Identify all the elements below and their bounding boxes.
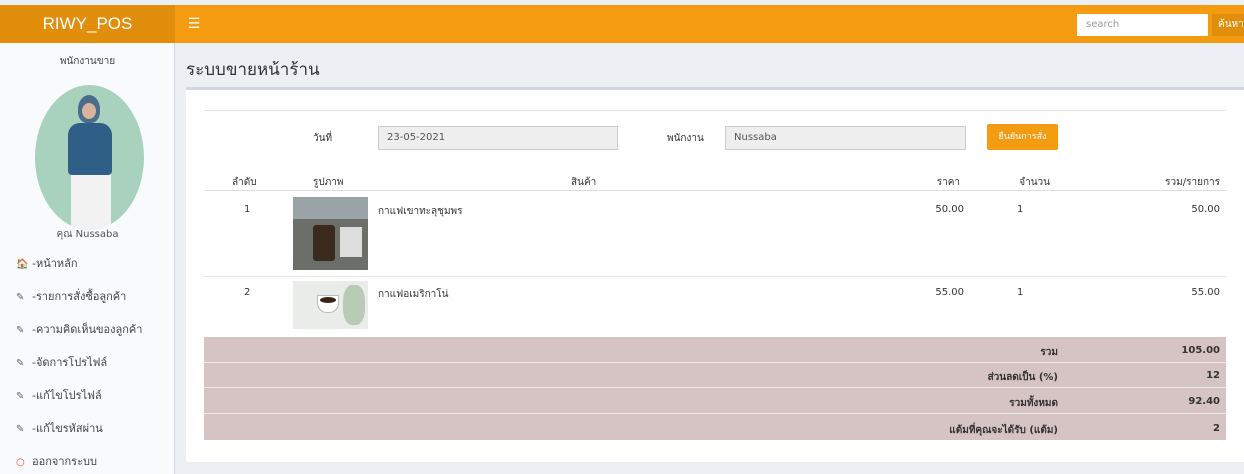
product-image xyxy=(293,281,368,329)
sidebar: พนักงานขาย คุณ Nussaba 🏠 -หน้าหลัก ✎ -รายก… xyxy=(0,43,175,474)
sidebar-item-logout[interactable]: ○ ออกจากระบบ xyxy=(0,446,175,474)
search-button[interactable]: ค้นหา xyxy=(1212,14,1244,36)
col-header-price: ราคา xyxy=(936,177,960,188)
table-header-divider xyxy=(204,190,1226,191)
menu-toggle-icon[interactable]: ☰ xyxy=(184,5,204,43)
top-navbar: RIWY_POS ☰ search ค้นหา xyxy=(0,5,1244,43)
summary-discount-value: 12 xyxy=(1206,370,1220,381)
product-qty: 1 xyxy=(1017,287,1024,298)
confirm-order-button[interactable]: ยืนยันการสั่ง xyxy=(987,124,1058,150)
sidebar-item-orders[interactable]: ✎ -รายการสั่งซื้อลูกค้า xyxy=(0,281,175,314)
summary-grand-total-value: 92.40 xyxy=(1188,396,1220,407)
edit-icon: ✎ xyxy=(16,325,25,336)
product-price: 50.00 xyxy=(935,204,964,215)
date-field[interactable]: 23-05-2021 xyxy=(378,126,618,150)
sidebar-item-label: -หน้าหลัก xyxy=(32,257,78,270)
sidebar-item-change-password[interactable]: ✎ -แก้ไขรหัสผ่าน xyxy=(0,413,175,446)
divider xyxy=(204,110,1226,111)
search-input[interactable]: search xyxy=(1077,14,1208,36)
edit-icon: ✎ xyxy=(16,391,25,402)
summary-divider xyxy=(204,413,1226,414)
col-header-product: สินค้า xyxy=(571,177,597,188)
summary-subtotal-label: รวม xyxy=(1040,347,1058,358)
summary-divider xyxy=(204,362,1226,363)
summary-panel xyxy=(204,337,1226,440)
circle-icon: ○ xyxy=(16,457,25,468)
summary-points-label: แต้มที่คุณจะได้รับ (แต้ม) xyxy=(949,425,1058,436)
product-name: กาแฟอเมริกาโน่ xyxy=(378,289,449,300)
page-title: ระบบขายหน้าร้าน xyxy=(186,60,320,80)
sidebar-item-label: ออกจากระบบ xyxy=(32,455,97,468)
edit-icon: ✎ xyxy=(16,424,25,435)
col-header-image: รูปภาพ xyxy=(313,177,344,188)
sidebar-item-label: -รายการสั่งซื้อลูกค้า xyxy=(32,290,127,303)
col-header-no: ลำดับ xyxy=(232,177,257,188)
product-image xyxy=(293,197,368,270)
summary-subtotal-value: 105.00 xyxy=(1181,345,1220,356)
col-header-qty: จำนวน xyxy=(1019,177,1050,188)
edit-icon: ✎ xyxy=(16,358,25,369)
col-header-total: รวม/รายการ xyxy=(1165,177,1220,188)
sidebar-item-label: -จัดการโปรไฟล์ xyxy=(32,356,108,369)
product-price: 55.00 xyxy=(935,287,964,298)
summary-grand-total-label: รวมทั้งหมด xyxy=(1009,398,1058,409)
sidebar-item-edit-profile[interactable]: ✎ -แก้ไขโปรไฟล์ xyxy=(0,380,175,413)
summary-discount-label: ส่วนลดเป็น (%) xyxy=(987,372,1058,383)
row-total: 50.00 xyxy=(1191,204,1220,215)
row-total: 55.00 xyxy=(1191,287,1220,298)
sidebar-item-label: -ความคิดเห็นของลูกค้า xyxy=(32,323,143,336)
row-divider xyxy=(204,276,1226,277)
sidebar-item-label: -แก้ไขโปรไฟล์ xyxy=(32,389,102,402)
row-no: 2 xyxy=(244,287,251,298)
edit-icon: ✎ xyxy=(16,292,25,303)
summary-points-value: 2 xyxy=(1213,423,1220,434)
sidebar-menu: 🏠 -หน้าหลัก ✎ -รายการสั่งซื้อลูกค้า ✎ -ความ… xyxy=(0,248,175,474)
sidebar-username: คุณ Nussaba xyxy=(56,229,119,240)
home-icon: 🏠 xyxy=(16,259,29,270)
product-qty: 1 xyxy=(1017,204,1024,215)
product-name: กาแฟเขาทะลุชุมพร xyxy=(378,206,463,217)
staff-field[interactable]: Nussaba xyxy=(725,126,966,150)
brand-logo[interactable]: RIWY_POS xyxy=(0,5,175,43)
sidebar-role: พนักงานขาย xyxy=(59,56,116,67)
summary-divider xyxy=(204,387,1226,388)
date-label: วันที่ xyxy=(313,133,333,144)
sidebar-item-manage-profile[interactable]: ✎ -จัดการโปรไฟล์ xyxy=(0,347,175,380)
sidebar-item-home[interactable]: 🏠 -หน้าหลัก xyxy=(0,248,175,281)
sidebar-item-label: -แก้ไขรหัสผ่าน xyxy=(32,422,103,435)
staff-label: พนักงาน xyxy=(667,133,704,144)
sidebar-item-feedback[interactable]: ✎ -ความคิดเห็นของลูกค้า xyxy=(0,314,175,347)
row-no: 1 xyxy=(244,204,251,215)
avatar xyxy=(35,85,144,230)
